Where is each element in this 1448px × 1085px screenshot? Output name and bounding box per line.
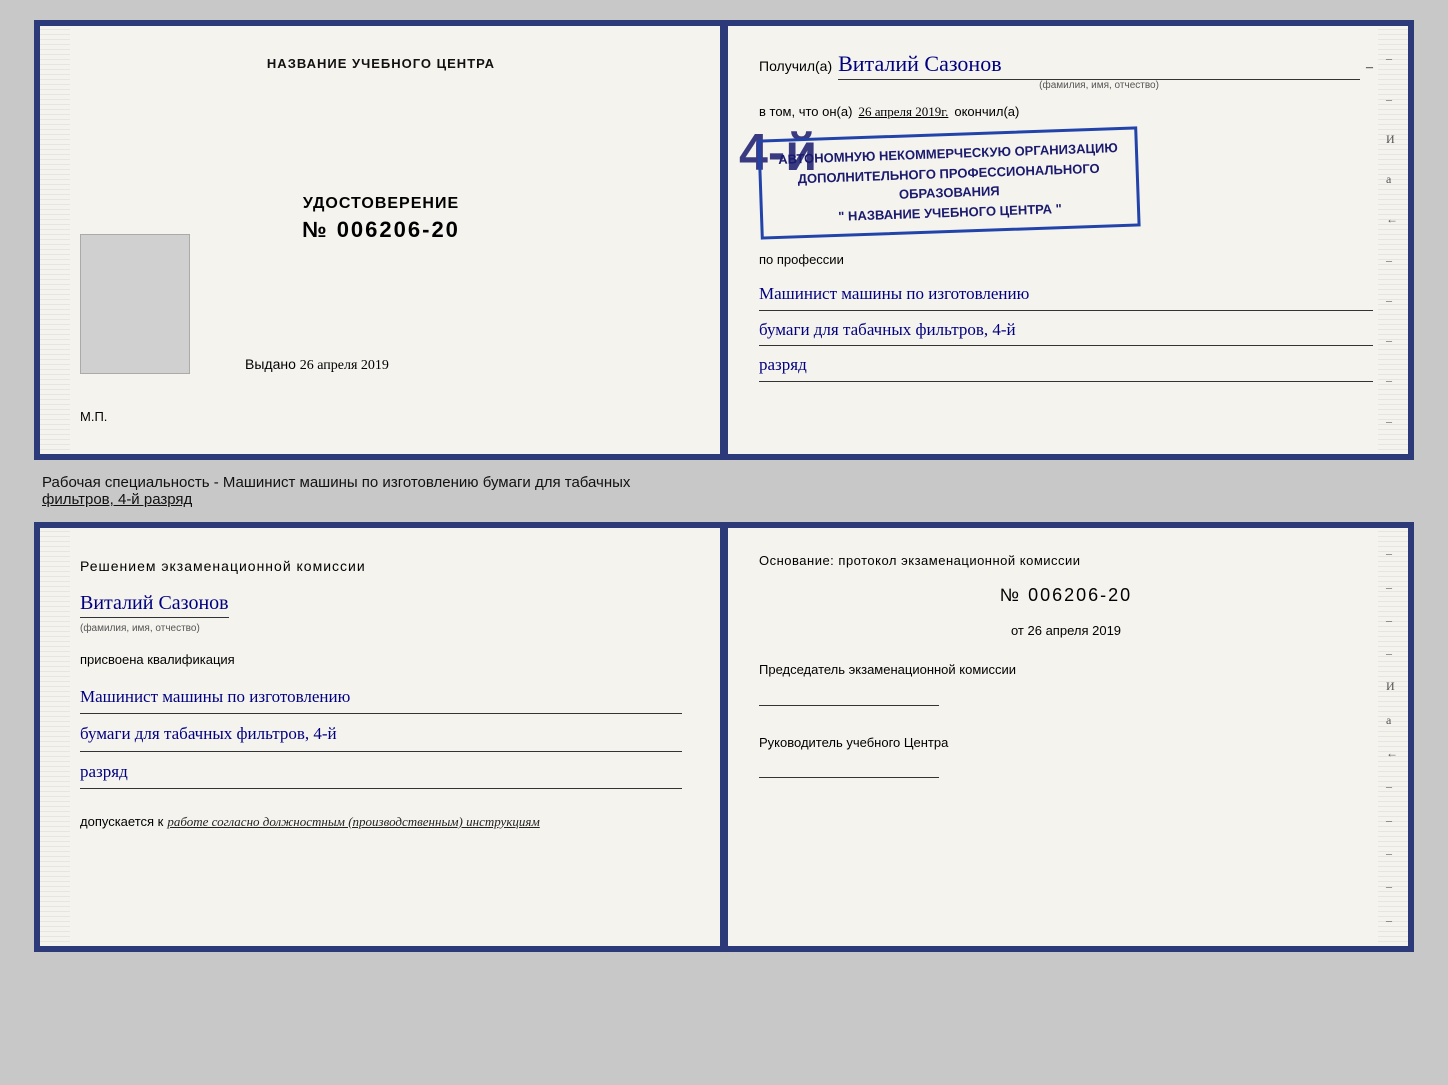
- qual-line1: Машинист машины по изготовлению: [80, 681, 682, 714]
- cert-title: УДОСТОВЕРЕНИЕ: [302, 195, 460, 213]
- certificate-book: НАЗВАНИЕ УЧЕБНОГО ЦЕНТРА УДОСТОВЕРЕНИЕ №…: [34, 20, 1414, 460]
- bottom-left-page: Решением экзаменационной комиссии Витали…: [40, 528, 724, 946]
- profession-line1: Машинист машины по изготовлению: [759, 279, 1373, 311]
- bottom-name-field: Виталий Сазонов (фамилия, имя, отчество): [80, 592, 682, 636]
- middle-text-line1: Рабочая специальность - Машинист машины …: [42, 474, 630, 491]
- document-wrapper: НАЗВАНИЕ УЧЕБНОГО ЦЕНТРА УДОСТОВЕРЕНИЕ №…: [34, 20, 1414, 952]
- bottom-name: Виталий Сазонов: [80, 592, 229, 618]
- issued-line: Выдано 26 апреля 2019: [245, 356, 389, 374]
- recipient-name-block: Виталий Сазонов (фамилия, имя, отчество): [838, 51, 1360, 91]
- допускается-line: допускается к работе согласно должностны…: [80, 814, 682, 830]
- stamp-block: 4-й АВТОНОМНУЮ НЕКОММЕРЧЕСКУЮ ОРГАНИЗАЦИ…: [759, 133, 1373, 233]
- cert-title-block: УДОСТОВЕРЕНИЕ № 006206-20: [302, 195, 460, 243]
- right-dashes: ––Иа←–––––: [1386, 26, 1398, 454]
- from-date: 26 апреля 2019: [1028, 623, 1122, 638]
- profession-label: по профессии: [759, 252, 1373, 267]
- middle-description: Рабочая специальность - Машинист машины …: [34, 470, 1414, 512]
- chairman-label: Председатель экзаменационной комиссии: [759, 660, 1373, 680]
- recipient-row: Получил(а) Виталий Сазонов (фамилия, имя…: [759, 51, 1373, 91]
- finished-label: окончил(а): [954, 104, 1019, 119]
- profession-line2: бумаги для табачных фильтров, 4-й: [759, 315, 1373, 347]
- issued-date: 26 апреля 2019: [300, 358, 389, 373]
- training-center-header: НАЗВАНИЕ УЧЕБНОГО ЦЕНТРА: [267, 56, 495, 71]
- cert-number: № 006206-20: [302, 217, 460, 243]
- cert-right-page: Получил(а) Виталий Сазонов (фамилия, имя…: [724, 26, 1408, 454]
- date-prefix: в том, что он(а): [759, 104, 852, 119]
- recipient-prefix: Получил(а): [759, 58, 832, 74]
- commission-title: Решением экзаменационной комиссии: [80, 558, 682, 574]
- middle-text-line2: фильтров, 4-й разряд: [42, 491, 192, 508]
- допускается-prefix: допускается к: [80, 814, 163, 829]
- date-value: 26 апреля 2019г.: [858, 104, 948, 120]
- protocol-date: от 26 апреля 2019: [759, 623, 1373, 638]
- bottom-right-page: Основание: протокол экзаменационной коми…: [724, 528, 1408, 946]
- profession-block: Машинист машины по изготовлению бумаги д…: [759, 275, 1373, 382]
- head-block: Руководитель учебного Центра: [759, 733, 1373, 784]
- head-sig-line: [759, 777, 939, 778]
- qual-label: присвоена квалификация: [80, 652, 682, 667]
- допускается-text: работе согласно должностным (производств…: [167, 814, 539, 830]
- right-dashes2: ––––Иа←–––––: [1386, 528, 1398, 946]
- qual-line3: разряд: [80, 756, 682, 789]
- bottom-name-sub: (фамилия, имя, отчество): [80, 623, 200, 634]
- bottom-book: Решением экзаменационной комиссии Витали…: [34, 522, 1414, 952]
- qual-block: Машинист машины по изготовлению бумаги д…: [80, 677, 682, 789]
- qual-line2: бумаги для табачных фильтров, 4-й: [80, 718, 682, 751]
- chairman-sig-line: [759, 705, 939, 706]
- osnov-title: Основание: протокол экзаменационной коми…: [759, 553, 1373, 568]
- photo-placeholder: [80, 234, 190, 374]
- cert-left-page: НАЗВАНИЕ УЧЕБНОГО ЦЕНТРА УДОСТОВЕРЕНИЕ №…: [40, 26, 724, 454]
- issued-label: Выдано: [245, 356, 296, 372]
- from-label: от: [1011, 623, 1024, 638]
- profession-line3: разряд: [759, 350, 1373, 382]
- recipient-sub: (фамилия, имя, отчество): [838, 80, 1360, 91]
- protocol-number: № 006206-20: [759, 585, 1373, 606]
- chairman-block: Председатель экзаменационной комиссии: [759, 660, 1373, 711]
- head-label: Руководитель учебного Центра: [759, 733, 1373, 753]
- stamp-text: АВТОНОМНУЮ НЕКОММЕРЧЕСКУЮ ОРГАНИЗАЦИЮ ДО…: [757, 126, 1140, 239]
- recipient-name: Виталий Сазонов: [838, 51, 1360, 80]
- date-row: в том, что он(а) 26 апреля 2019г. окончи…: [759, 104, 1373, 120]
- mp-label: М.П.: [80, 409, 107, 424]
